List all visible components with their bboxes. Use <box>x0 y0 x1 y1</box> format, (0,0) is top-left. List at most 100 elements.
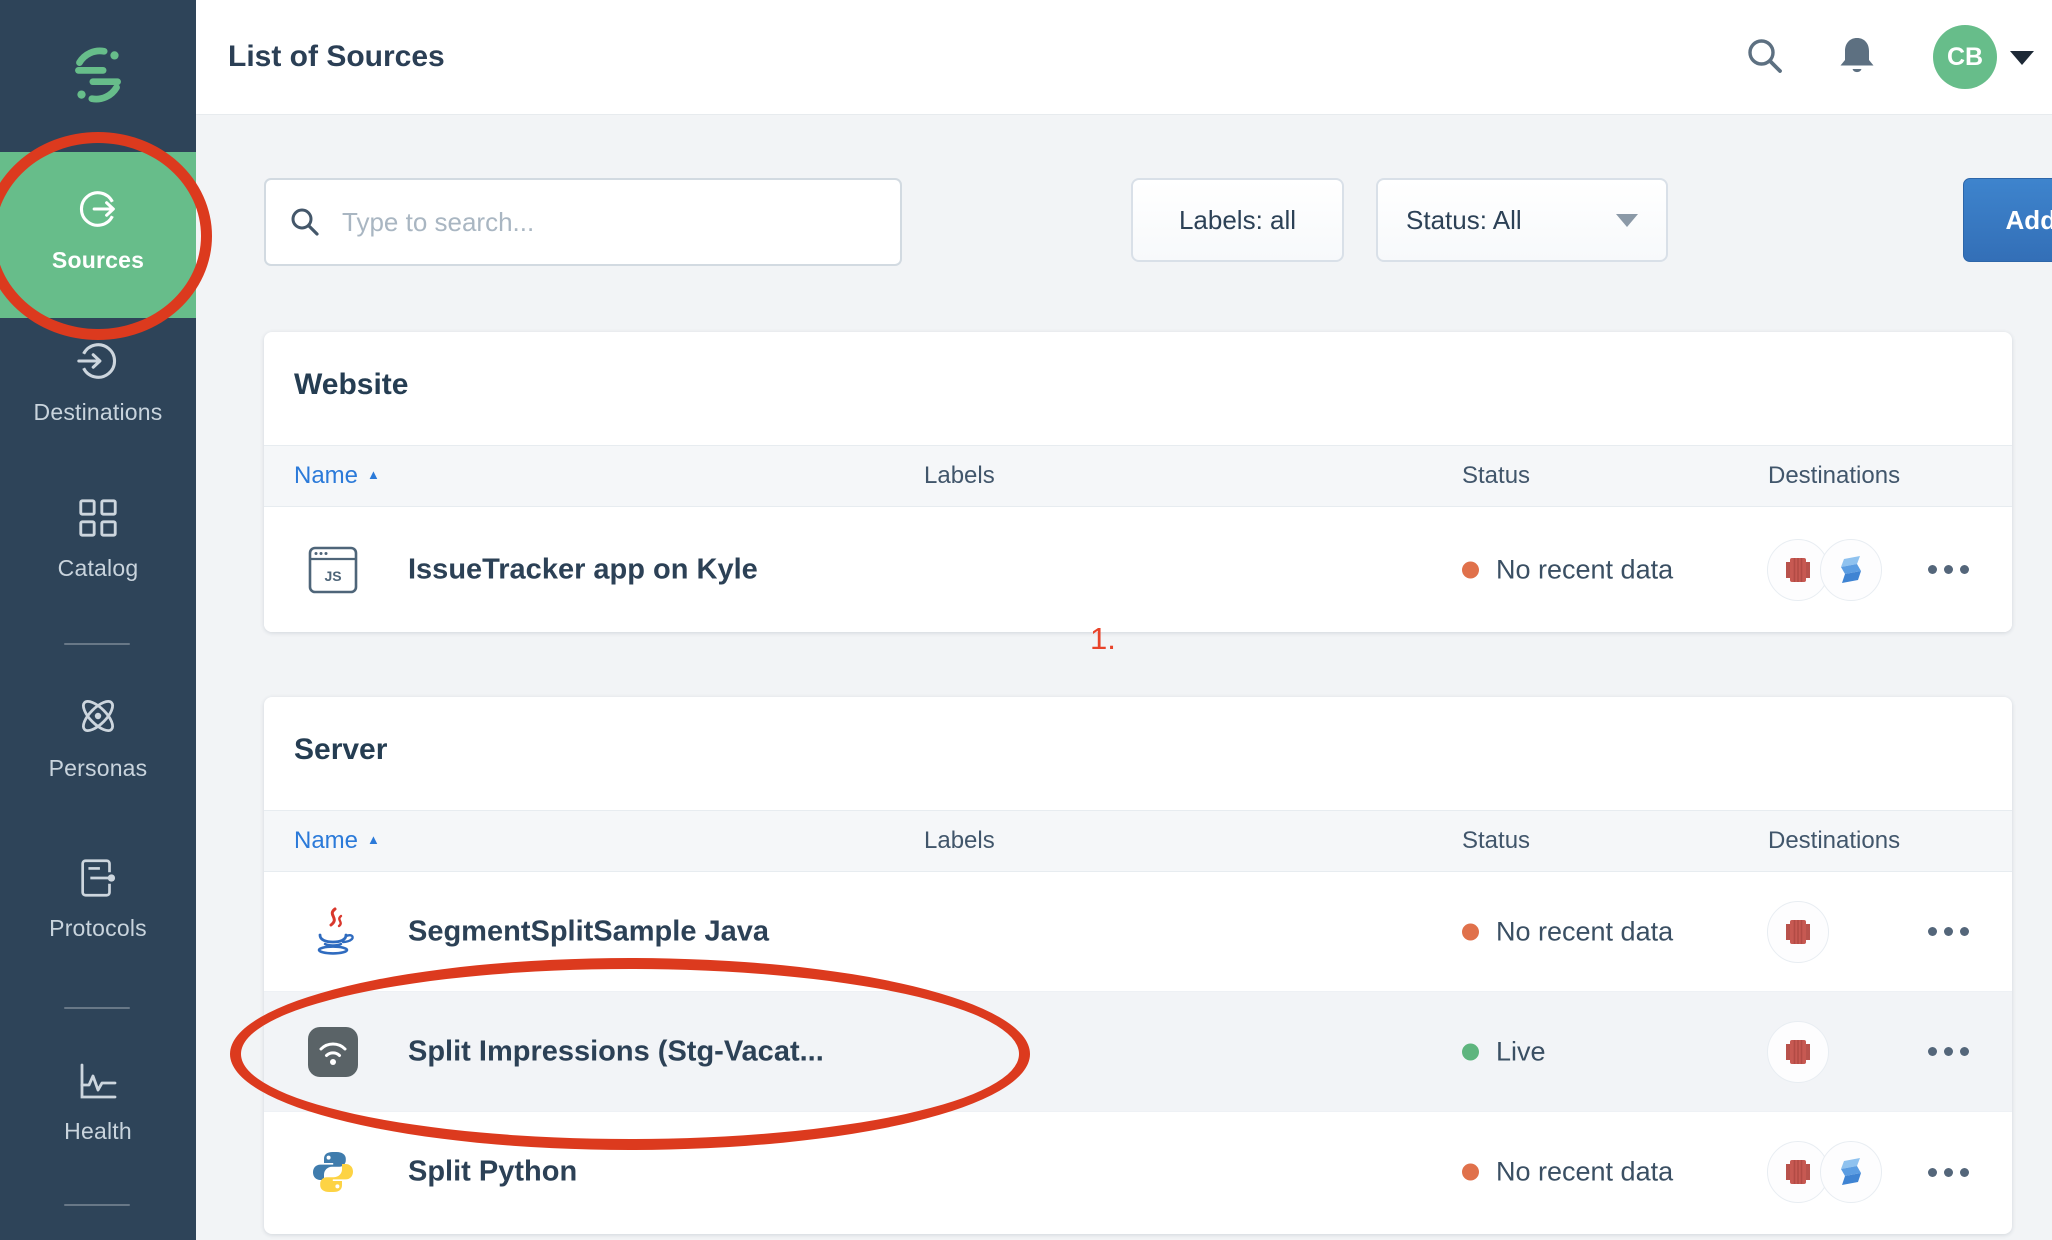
ellipsis-icon <box>1928 927 1937 936</box>
blue-s-destination-icon[interactable] <box>1820 1141 1882 1203</box>
status-text: No recent data <box>1496 554 1673 585</box>
sidebar-divider <box>64 1204 130 1206</box>
avatar[interactable]: CB <box>1933 25 1997 89</box>
column-header-destinations: Destinations <box>1768 827 1900 855</box>
row-actions-button[interactable] <box>1916 548 1980 592</box>
python-source-icon <box>308 1147 358 1197</box>
redshift-destination-icon[interactable] <box>1767 901 1829 963</box>
svg-text:JS: JS <box>324 568 341 584</box>
status-dot <box>1462 1164 1479 1181</box>
sidebar-item-label: Personas <box>0 755 196 782</box>
bell-icon <box>1834 33 1880 79</box>
table-row-split-python[interactable]: Split Python No recent data <box>264 1112 2012 1232</box>
ellipsis-icon <box>1928 565 1937 574</box>
sidebar-item-label: Protocols <box>0 915 196 942</box>
source-status: No recent data <box>1462 554 1673 585</box>
destination-badges <box>1767 901 1829 963</box>
sidebar-item-health[interactable]: Health <box>0 1061 196 1145</box>
row-actions-button[interactable] <box>1916 1150 1980 1194</box>
website-sources-card: Website Name▲ Labels Status Destinations <box>264 332 2012 632</box>
column-header-name[interactable]: Name ▲ <box>294 827 380 855</box>
catalog-icon <box>76 496 120 540</box>
source-name[interactable]: SegmentSplitSample Java <box>408 915 769 948</box>
sidebar-item-destinations[interactable]: Destinations <box>0 338 196 426</box>
column-header-destinations: Destinations <box>1768 462 1900 490</box>
column-label: Name <box>294 827 358 854</box>
protocols-icon <box>75 856 121 900</box>
column-label: Name <box>294 462 358 489</box>
source-name[interactable]: Split Impressions (Stg-Vacat... <box>408 1035 824 1068</box>
sidebar-item-protocols[interactable]: Protocols <box>0 856 196 942</box>
column-header-status: Status <box>1462 462 1530 490</box>
sidebar-item-label: Sources <box>0 247 196 274</box>
sort-ascending-icon: ▲ <box>367 467 380 482</box>
table-row-java[interactable]: SegmentSplitSample Java No recent data <box>264 872 2012 992</box>
sources-icon <box>75 186 121 232</box>
labels-filter-label: Labels: all <box>1179 205 1296 236</box>
sidebar-item-label: Health <box>0 1118 196 1145</box>
add-source-button[interactable]: Add Source <box>1963 178 2052 262</box>
table-row-split-impressions[interactable]: Split Impressions (Stg-Vacat... Live <box>264 992 2012 1112</box>
column-header-labels: Labels <box>924 827 995 855</box>
section-title: Server <box>294 733 387 767</box>
source-status: Live <box>1462 1036 1546 1067</box>
section-title: Website <box>294 368 408 402</box>
sidebar-item-sources[interactable]: Sources <box>0 152 196 318</box>
sidebar: Sources Destinations Catalog <box>0 0 196 1240</box>
search-icon <box>288 205 322 239</box>
ellipsis-icon <box>1928 1047 1937 1056</box>
server-wifi-source-icon <box>308 1027 358 1077</box>
status-filter-dropdown[interactable]: Status: All <box>1376 178 1668 262</box>
destination-badges <box>1767 1141 1882 1203</box>
destination-badges <box>1767 539 1882 601</box>
source-name[interactable]: IssueTracker app on Kyle <box>408 553 758 586</box>
avatar-initials: CB <box>1947 43 1983 72</box>
table-body: SegmentSplitSample Java No recent data <box>264 872 2012 1234</box>
chevron-down-icon <box>1616 214 1638 227</box>
account-menu-caret-icon[interactable] <box>2010 51 2034 65</box>
personas-icon <box>74 692 122 740</box>
search-icon <box>1742 33 1788 79</box>
status-dot <box>1462 923 1479 940</box>
health-icon <box>75 1061 121 1103</box>
sidebar-divider <box>64 1007 130 1009</box>
table-row-issuetracker[interactable]: JS IssueTracker app on Kyle No recent da… <box>264 507 2012 632</box>
status-filter-label: Status: All <box>1406 205 1522 236</box>
status-text: No recent data <box>1496 1157 1673 1188</box>
sidebar-item-personas[interactable]: Personas <box>0 692 196 782</box>
destinations-icon <box>75 338 121 384</box>
status-dot <box>1462 561 1479 578</box>
redshift-destination-icon[interactable] <box>1767 1021 1829 1083</box>
column-header-name[interactable]: Name ▲ <box>294 462 380 490</box>
status-text: No recent data <box>1496 916 1673 947</box>
server-sources-card: Server Name ▲ Labels Status Destinations <box>264 697 2012 1234</box>
status-dot <box>1462 1043 1479 1060</box>
source-status: No recent data <box>1462 916 1673 947</box>
table-body: JS IssueTracker app on Kyle No recent da… <box>264 507 2012 632</box>
source-search-box[interactable] <box>264 178 902 266</box>
labels-filter-button[interactable]: Labels: all <box>1131 178 1344 262</box>
sidebar-item-catalog[interactable]: Catalog <box>0 496 196 582</box>
sidebar-item-label: Catalog <box>0 555 196 582</box>
source-status: No recent data <box>1462 1157 1673 1188</box>
sidebar-item-label: Destinations <box>0 399 196 426</box>
row-actions-button[interactable] <box>1916 910 1980 954</box>
javascript-source-icon: JS <box>308 545 358 595</box>
status-text: Live <box>1496 1036 1546 1067</box>
global-search-button[interactable] <box>1741 33 1789 81</box>
ellipsis-icon <box>1928 1168 1937 1177</box>
search-input[interactable] <box>340 206 878 239</box>
row-actions-button[interactable] <box>1916 1030 1980 1074</box>
java-source-icon <box>308 907 358 957</box>
destination-badges <box>1767 1021 1829 1083</box>
table-header: Name▲ Labels Status Destinations <box>264 445 2012 507</box>
notifications-button[interactable] <box>1833 33 1881 81</box>
main-content: Labels: all Status: All Add Source Websi… <box>196 115 2052 1240</box>
blue-s-destination-icon[interactable] <box>1820 539 1882 601</box>
add-source-label: Add Source <box>2006 205 2052 236</box>
source-name[interactable]: Split Python <box>408 1156 577 1189</box>
app-window: Sources Destinations Catalog <box>0 0 2052 1240</box>
column-header-status: Status <box>1462 827 1530 855</box>
sort-ascending-icon: ▲ <box>367 832 380 847</box>
segment-logo[interactable] <box>0 42 196 113</box>
